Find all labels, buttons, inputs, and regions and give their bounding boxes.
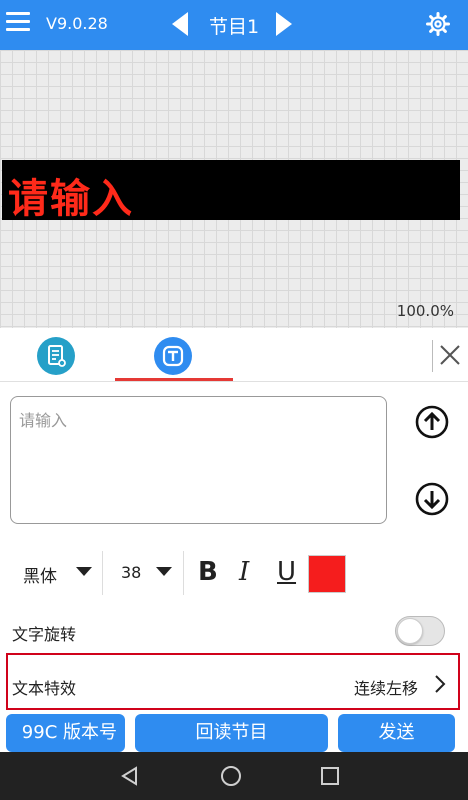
active-tab-indicator (115, 378, 233, 381)
gear-icon[interactable] (426, 12, 450, 36)
bold-button[interactable]: B (198, 557, 218, 587)
editor-tabs (0, 330, 468, 382)
version-button[interactable]: 99C 版本号 (6, 714, 125, 752)
divider (102, 551, 103, 595)
tab-text[interactable] (154, 337, 192, 375)
text-rotate-toggle[interactable] (395, 616, 445, 646)
led-preview-text: 请输入 (8, 176, 134, 222)
program-title: 节目1 (208, 16, 260, 38)
system-nav-bar (0, 752, 468, 800)
divider (183, 551, 184, 595)
top-bar: V9.0.28 节目1 (0, 0, 468, 50)
send-button[interactable]: 发送 (338, 714, 455, 752)
italic-button[interactable]: I (239, 557, 249, 587)
arrow-down-circle-icon[interactable] (415, 482, 449, 516)
text-rotate-label: 文字旋转 (12, 625, 77, 644)
text-effect-value: 连续左移 (353, 679, 418, 698)
font-size-select[interactable]: 38 (121, 563, 141, 582)
text-effect-row[interactable]: 文本特效 连续左移 (6, 653, 460, 710)
text-icon (162, 345, 184, 367)
text-input[interactable]: 请输入 (10, 396, 387, 524)
divider (432, 340, 433, 372)
chevron-right-icon (435, 675, 446, 693)
underline-button[interactable]: U (277, 557, 296, 587)
zoom-level: 100.0% (396, 302, 454, 320)
font-toolbar: 黑体 38 B I U (0, 545, 468, 599)
menu-icon[interactable] (6, 12, 30, 34)
next-program-icon[interactable] (276, 12, 292, 36)
document-icon (48, 345, 66, 367)
led-preview: 请输入 (2, 160, 460, 222)
tab-document[interactable] (37, 337, 75, 375)
previous-program-icon[interactable] (172, 12, 188, 36)
chevron-down-icon[interactable] (76, 567, 92, 576)
toggle-knob (397, 618, 423, 644)
text-input-placeholder: 请输入 (19, 411, 68, 430)
arrow-up-circle-icon[interactable] (415, 405, 449, 439)
text-rotate-row: 文字旋转 (0, 612, 468, 650)
home-circle-icon[interactable] (221, 766, 241, 786)
chevron-down-icon[interactable] (156, 567, 172, 576)
font-family-select[interactable]: 黑体 (23, 562, 57, 587)
recent-square-icon[interactable] (321, 767, 339, 785)
text-effect-label: 文本特效 (12, 679, 77, 698)
close-icon[interactable] (438, 343, 462, 367)
read-back-button[interactable]: 回读节目 (135, 714, 328, 752)
text-color-swatch[interactable] (308, 555, 346, 593)
preview-canvas[interactable]: 请输入 100.0% (0, 50, 468, 328)
back-triangle-icon[interactable] (120, 766, 140, 786)
app-version: V9.0.28 (46, 14, 108, 33)
